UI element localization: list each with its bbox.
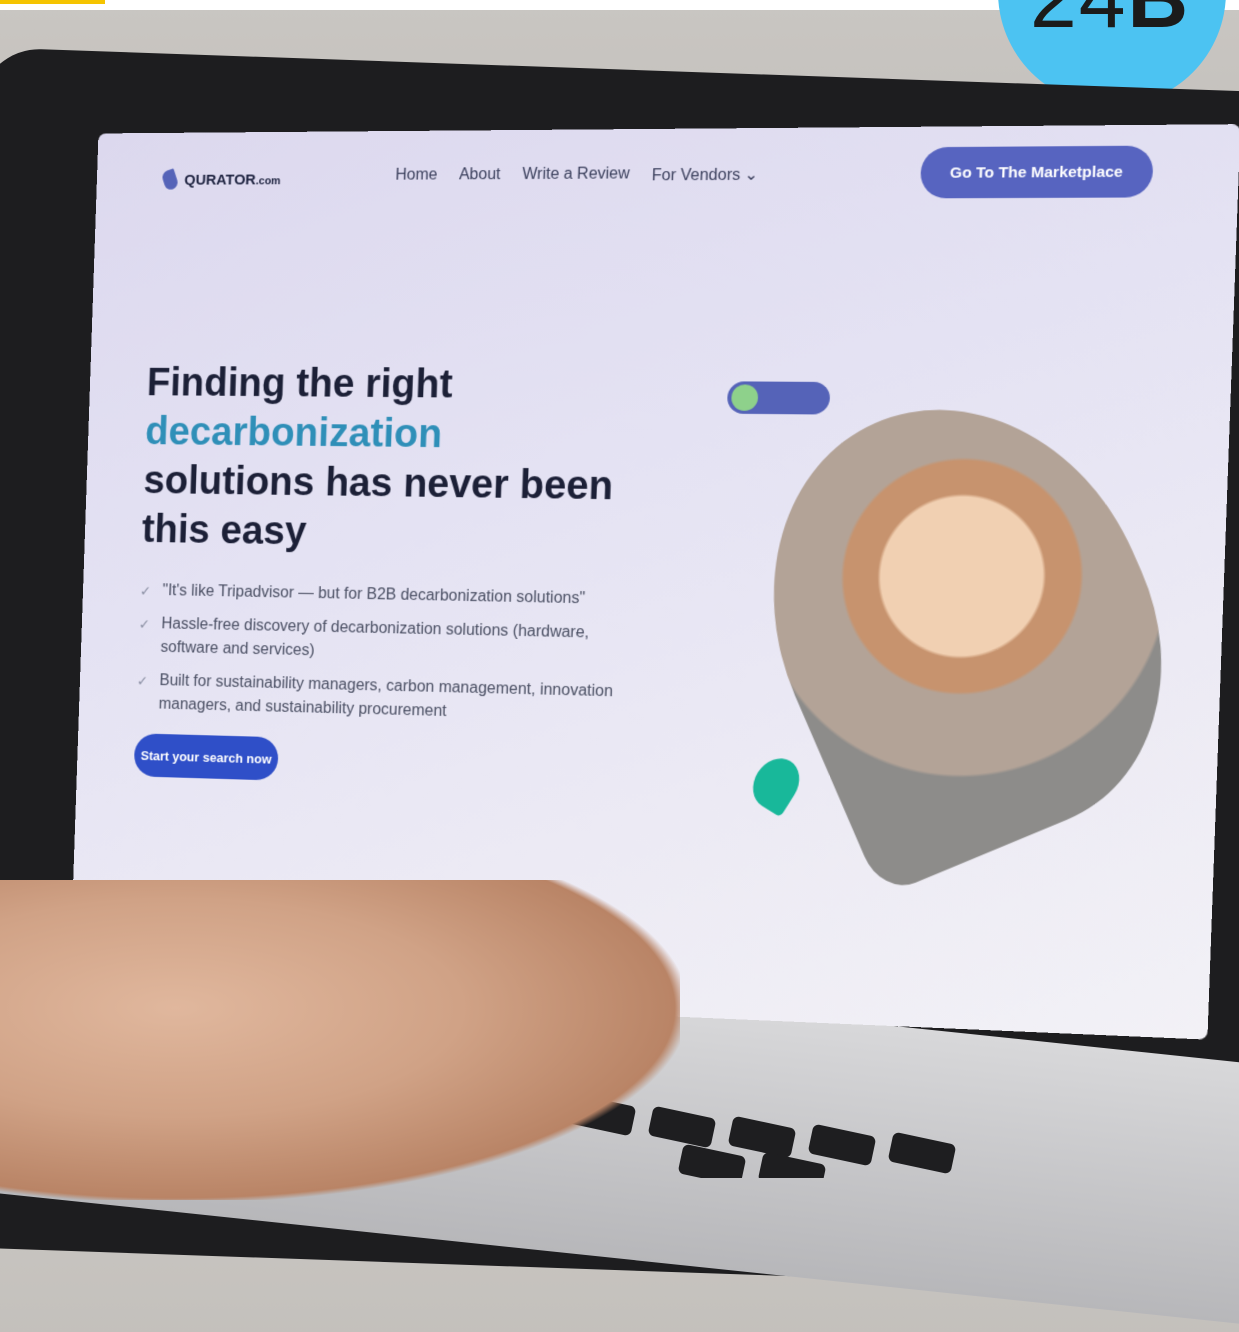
hero-title-line4: this easy xyxy=(141,507,308,554)
hero-section: Finding the right decarbonization soluti… xyxy=(133,358,658,792)
start-search-label: Start your search now xyxy=(140,747,272,767)
key xyxy=(887,1131,957,1175)
start-search-button[interactable]: Start your search now xyxy=(133,733,279,781)
nav-item-for-vendors-label: For Vendors xyxy=(651,166,741,185)
nav-item-home[interactable]: Home xyxy=(395,167,438,187)
nav-item-about[interactable]: About xyxy=(459,166,501,186)
key xyxy=(757,1151,827,1178)
site-header: QURATOR.com Home About Write a Review Fo… xyxy=(96,124,1239,221)
hero-bullet: ✓ Hassle-free discovery of decarbonizati… xyxy=(138,612,649,671)
logo-name: QURATOR xyxy=(184,171,257,189)
main-nav: Home About Write a Review For Vendors ⌄ xyxy=(395,165,758,187)
site-logo[interactable]: QURATOR.com xyxy=(160,168,281,192)
checkmark-icon: ✓ xyxy=(136,672,149,689)
badge-text-bold: B xyxy=(1127,0,1190,45)
hero-title: Finding the right decarbonization soluti… xyxy=(141,358,657,562)
key xyxy=(727,1115,797,1159)
hero-title-line3: solutions has never been xyxy=(142,458,614,509)
green-drop-shape xyxy=(743,749,809,818)
hero-title-line1: Finding the right xyxy=(146,360,454,407)
key xyxy=(677,1143,747,1178)
badge-text: 24B xyxy=(1030,0,1190,47)
badge-text-light: 24 xyxy=(1030,0,1127,45)
hero-bullet-text: "It's like Tripadvisor — but for B2B dec… xyxy=(162,582,586,608)
yellow-accent-bar xyxy=(0,0,105,4)
decorative-toggle xyxy=(726,381,831,415)
key xyxy=(807,1123,877,1167)
nav-item-for-vendors[interactable]: For Vendors ⌄ xyxy=(651,165,758,186)
typing-hands xyxy=(0,880,680,1200)
hero-bullet: ✓ "It's like Tripadvisor — but for B2B d… xyxy=(139,579,649,613)
go-to-marketplace-label: Go To The Marketplace xyxy=(949,162,1124,182)
hero-title-accent: decarbonization xyxy=(144,409,443,457)
checkmark-icon: ✓ xyxy=(138,616,151,632)
woman-portrait-image xyxy=(709,348,1223,897)
hero-bullet: ✓ Built for sustainability managers, car… xyxy=(136,669,647,729)
logo-text: QURATOR.com xyxy=(184,171,281,188)
go-to-marketplace-button[interactable]: Go To The Marketplace xyxy=(919,145,1154,199)
logo-suffix: .com xyxy=(255,174,281,187)
hero-bullet-text: Built for sustainability managers, carbo… xyxy=(158,672,614,720)
checkmark-icon: ✓ xyxy=(139,582,152,599)
toggle-knob xyxy=(731,384,759,411)
hero-bullets: ✓ "It's like Tripadvisor — but for B2B d… xyxy=(136,579,650,729)
logo-mark-icon xyxy=(160,168,180,192)
hero-bullet-text: Hassle-free discovery of decarbonization… xyxy=(160,615,590,660)
nav-item-write-a-review[interactable]: Write a Review xyxy=(522,165,630,186)
chevron-down-icon: ⌄ xyxy=(744,166,759,184)
